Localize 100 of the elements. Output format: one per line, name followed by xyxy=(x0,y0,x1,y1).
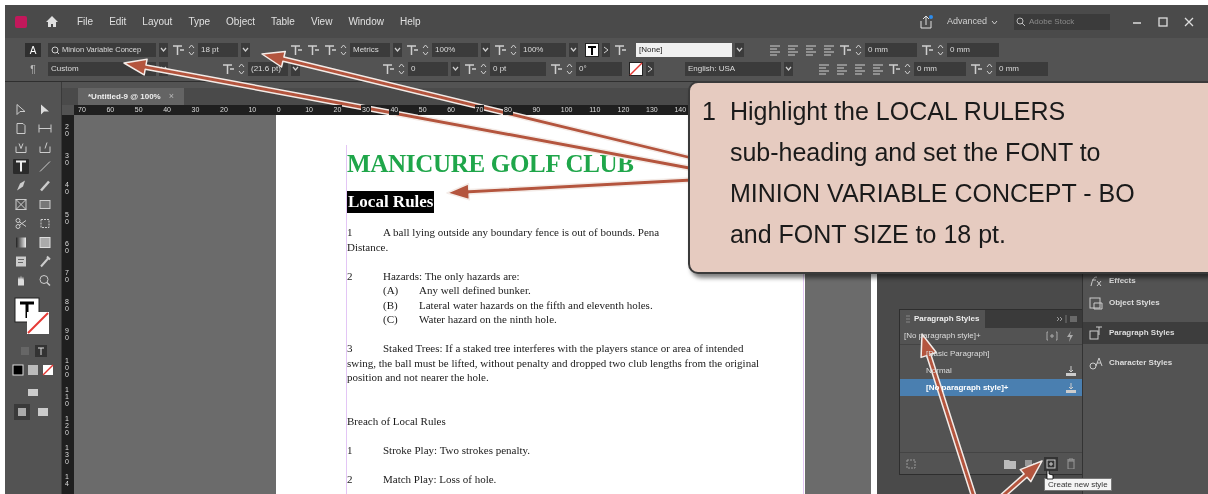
content-collector-icon[interactable] xyxy=(13,140,29,155)
mode-toggle[interactable]: ¶ xyxy=(25,62,41,76)
scissors-tool-icon[interactable] xyxy=(13,216,29,231)
input-field[interactable]: 100% xyxy=(432,43,478,57)
pencil-tool-icon[interactable] xyxy=(37,178,53,193)
subheading: Local Rules xyxy=(347,191,435,213)
input-field[interactable]: 0 mm xyxy=(947,43,999,57)
paragraph-text: Lateral water hazards on the fifth and eleventh holes. xyxy=(419,297,653,312)
spinner-icon[interactable] xyxy=(566,62,573,76)
folder-icon[interactable] xyxy=(1004,458,1016,469)
panel-icon xyxy=(1089,296,1103,310)
color-mode-icon[interactable] xyxy=(12,364,54,376)
caret-icon[interactable] xyxy=(784,62,793,76)
caret-icon[interactable] xyxy=(735,43,744,57)
caret-icon[interactable] xyxy=(481,43,490,57)
caret-icon[interactable] xyxy=(451,62,460,76)
input-field[interactable]: (21.6 pt) xyxy=(248,62,288,76)
align-icon[interactable] xyxy=(805,44,817,56)
input-field[interactable]: 0 mm xyxy=(914,62,966,76)
input-field[interactable]: 0 xyxy=(408,62,448,76)
style-override-icon[interactable] xyxy=(1046,331,1058,341)
align-icon[interactable] xyxy=(787,44,799,56)
paragraph-text: Any well defined bunker. xyxy=(419,283,531,298)
menu-item[interactable]: Edit xyxy=(101,12,135,31)
menu-item[interactable]: Help xyxy=(391,12,429,31)
chevron-icon[interactable] xyxy=(646,62,654,76)
paragraph-text: position and not nearer the hole. xyxy=(347,370,489,385)
stroke-swatch-icon[interactable] xyxy=(629,62,643,76)
menu-item[interactable]: File xyxy=(69,12,102,31)
list-label: (C) xyxy=(383,312,399,327)
align-icon[interactable] xyxy=(872,63,884,75)
input-field[interactable]: 0 pt xyxy=(490,62,546,76)
input-field[interactable]: 100% xyxy=(520,43,566,57)
view-mode-icon[interactable] xyxy=(26,386,40,398)
spinner-icon[interactable] xyxy=(422,43,429,57)
list-number: 2 xyxy=(347,268,354,283)
caret-icon[interactable] xyxy=(393,43,402,57)
search-icon[interactable] xyxy=(1014,16,1026,27)
home-icon[interactable] xyxy=(45,15,59,28)
note-tool-icon[interactable] xyxy=(13,254,29,269)
document-tab[interactable]: *Untitled-9 @ 100% × xyxy=(78,88,184,105)
align-icon[interactable] xyxy=(818,63,830,75)
share-icon[interactable] xyxy=(918,14,933,29)
menu-item[interactable]: Window xyxy=(340,12,392,31)
spinner-icon[interactable] xyxy=(238,62,245,76)
spinner-icon[interactable] xyxy=(855,43,862,57)
spinner-icon[interactable] xyxy=(986,62,993,76)
panel-tab[interactable]: Paragraph Styles xyxy=(1083,322,1208,344)
type-tool-icon[interactable] xyxy=(13,159,29,174)
fill-swatch-icon[interactable] xyxy=(585,43,599,57)
paragraph-text: A ball lying outside any boundary fence is out of bounds. Pena xyxy=(383,225,660,240)
align-icon[interactable] xyxy=(823,44,835,56)
align-icon[interactable] xyxy=(769,44,781,56)
spinner-icon[interactable] xyxy=(510,43,517,57)
panel-tab[interactable]: Object Styles xyxy=(1083,292,1208,314)
spinner-icon[interactable] xyxy=(398,62,405,76)
lightning-icon[interactable] xyxy=(1066,330,1074,342)
spinner-icon[interactable] xyxy=(937,43,944,57)
menu-item[interactable]: Layout xyxy=(134,12,181,31)
page-tool-icon[interactable] xyxy=(13,121,29,136)
input-field[interactable]: 18 pt xyxy=(198,43,238,57)
rectangle-tool-icon[interactable] xyxy=(37,197,53,212)
align-icon[interactable] xyxy=(836,63,848,75)
workspace-switcher[interactable]: Advanced xyxy=(946,14,998,29)
spinner-icon[interactable] xyxy=(340,43,347,57)
input-field[interactable]: [None] xyxy=(636,43,732,57)
input-field[interactable]: English: USA xyxy=(685,62,781,76)
instruction-text: sub-heading and set the FONT to xyxy=(729,137,1102,168)
import-icon xyxy=(1066,382,1076,393)
gradient-feather-icon[interactable] xyxy=(37,235,53,250)
frame-tool-icon[interactable] xyxy=(13,197,29,212)
panel-menu-icon[interactable] xyxy=(1056,314,1078,324)
content-placer-icon[interactable] xyxy=(37,140,53,155)
new-style-icon[interactable] xyxy=(1044,456,1058,471)
input-field[interactable]: 0 mm xyxy=(865,43,917,57)
chevron-icon[interactable] xyxy=(602,43,610,57)
caret-icon[interactable] xyxy=(241,43,250,57)
panel-tab[interactable]: Effects xyxy=(1083,270,1208,292)
spinner-icon[interactable] xyxy=(480,62,487,76)
input-field[interactable]: 0 mm xyxy=(996,62,1048,76)
menu-item[interactable]: Table xyxy=(263,12,303,31)
search-icon xyxy=(51,45,60,55)
menu-item[interactable]: Type xyxy=(180,12,219,31)
mode-toggle[interactable]: A xyxy=(25,43,41,57)
spinner-icon[interactable] xyxy=(904,62,911,76)
caret-icon[interactable] xyxy=(159,43,168,57)
menu-item[interactable]: Object xyxy=(218,12,263,31)
zoom-tool-icon[interactable] xyxy=(37,273,53,288)
input-field[interactable]: 0° xyxy=(576,62,622,76)
transform-tool-icon[interactable] xyxy=(37,216,53,231)
list-label: (B) xyxy=(383,297,399,312)
menu-item[interactable]: View xyxy=(302,12,341,31)
align-icon[interactable] xyxy=(854,63,866,75)
caret-icon[interactable] xyxy=(569,43,578,57)
list-label: (A) xyxy=(383,283,400,298)
panel-tab[interactable]: Character Styles xyxy=(1083,352,1208,374)
spinner-icon[interactable] xyxy=(188,43,195,57)
input-field[interactable]: Metrics xyxy=(350,43,390,57)
gradient-swatch-icon[interactable] xyxy=(13,235,29,250)
list-number: 2 xyxy=(347,471,354,486)
